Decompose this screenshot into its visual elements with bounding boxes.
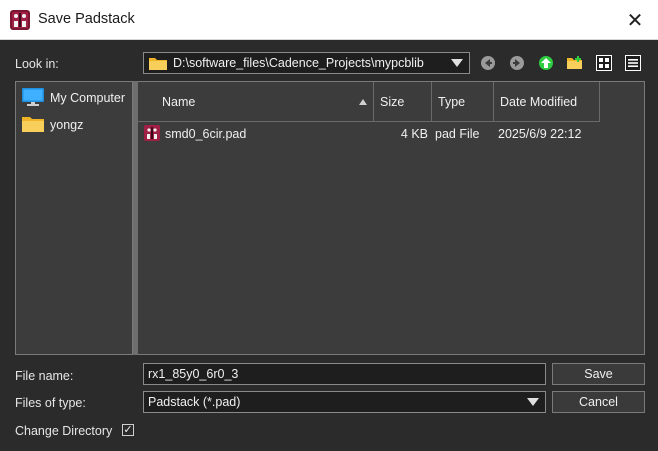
chevron-down-icon[interactable] bbox=[527, 398, 539, 406]
file-list: Name Size Type Date Modified smd0_6cir.p… bbox=[138, 81, 645, 355]
file-name-field[interactable]: rx1_85y0_6r0_3 bbox=[143, 363, 546, 385]
window-title: Save Padstack bbox=[38, 11, 135, 27]
detail-view-icon[interactable] bbox=[622, 52, 644, 74]
files-of-type-label: Files of type: bbox=[15, 396, 86, 410]
save-button[interactable]: Save bbox=[552, 363, 645, 385]
column-header-date-modified[interactable]: Date Modified bbox=[494, 82, 600, 122]
column-header-label: Size bbox=[380, 94, 405, 109]
forward-icon[interactable] bbox=[506, 52, 528, 74]
column-header-label: Type bbox=[438, 94, 466, 109]
folder-icon bbox=[21, 114, 45, 137]
padstack-app-icon bbox=[10, 10, 30, 30]
column-header-label: Date Modified bbox=[500, 94, 578, 109]
new-folder-icon[interactable] bbox=[564, 52, 586, 74]
back-icon[interactable] bbox=[477, 52, 499, 74]
files-of-type-value: Padstack (*.pad) bbox=[148, 395, 241, 409]
column-header-type[interactable]: Type bbox=[432, 82, 494, 122]
file-size-cell: 4 KB bbox=[400, 127, 428, 141]
sidebar-item-label: yongz bbox=[50, 118, 84, 132]
table-row[interactable]: smd0_6cir.pad 4 KB pad File 2025/6/9 22:… bbox=[138, 123, 598, 145]
close-icon[interactable]: ✕ bbox=[620, 6, 650, 34]
sidebar-item-label: My Computer bbox=[50, 91, 126, 105]
parent-directory-icon[interactable] bbox=[535, 52, 557, 74]
look-in-combobox[interactable]: D:\software_files\Cadence_Projects\mypcb… bbox=[143, 52, 470, 74]
sidebar-item-my-computer[interactable]: My Computer bbox=[18, 86, 132, 110]
files-of-type-combobox[interactable]: Padstack (*.pad) bbox=[143, 391, 546, 413]
look-in-label: Look in: bbox=[15, 57, 59, 71]
column-header-size[interactable]: Size bbox=[374, 82, 432, 122]
sort-ascending-icon bbox=[359, 99, 367, 105]
look-in-path: D:\software_files\Cadence_Projects\mypcb… bbox=[173, 56, 424, 70]
computer-icon bbox=[21, 87, 45, 110]
save-dialog: Look in: D:\software_files\Cadence_Proje… bbox=[0, 41, 658, 451]
file-name-label: File name: bbox=[15, 369, 74, 383]
cancel-button[interactable]: Cancel bbox=[552, 391, 645, 413]
sidebar-item-yongz[interactable]: yongz bbox=[18, 113, 132, 137]
change-directory-checkbox[interactable]: ✓ bbox=[122, 424, 134, 436]
padstack-file-icon bbox=[144, 125, 160, 144]
list-view-icon[interactable] bbox=[593, 52, 615, 74]
places-sidebar: My Computer yongz bbox=[15, 81, 133, 355]
title-bar: Save Padstack ✕ bbox=[0, 0, 658, 40]
file-date-cell: 2025/6/9 22:12 bbox=[498, 127, 582, 141]
folder-icon bbox=[148, 56, 168, 74]
file-name-cell: smd0_6cir.pad bbox=[165, 127, 247, 141]
change-directory-label: Change Directory bbox=[15, 424, 113, 438]
column-header-name[interactable]: Name bbox=[138, 82, 374, 122]
column-header-label: Name bbox=[162, 94, 196, 109]
chevron-down-icon[interactable] bbox=[451, 59, 463, 67]
file-type-cell: pad File bbox=[435, 127, 480, 141]
